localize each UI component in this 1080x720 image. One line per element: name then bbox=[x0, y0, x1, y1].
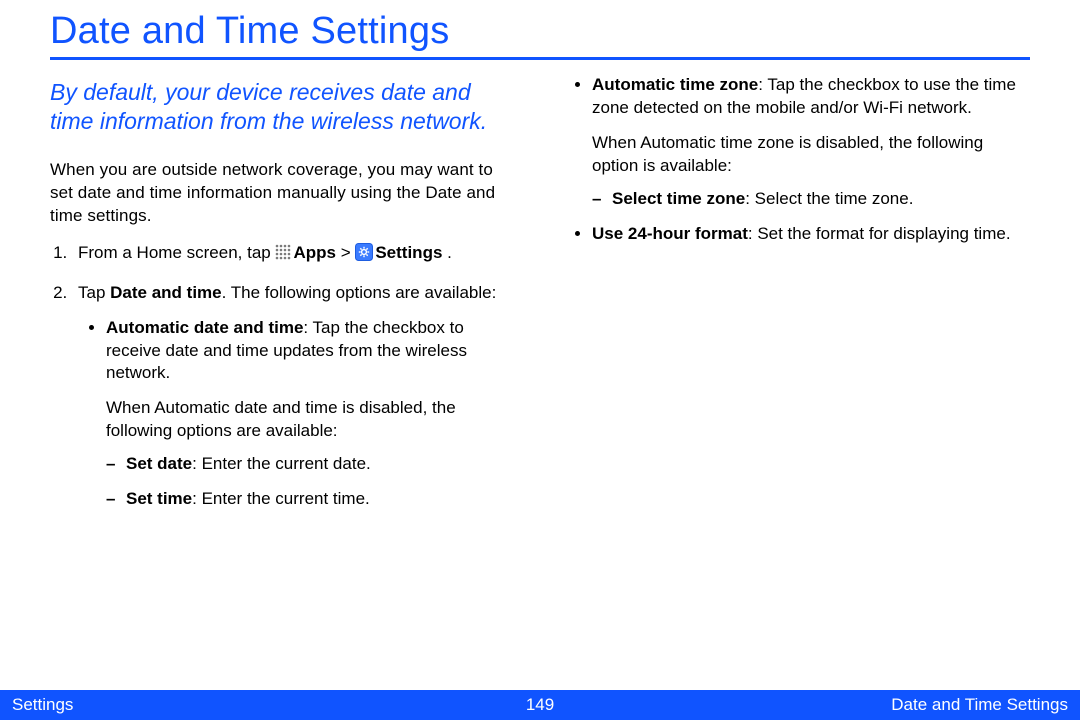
intro-text: By default, your device receives date an… bbox=[50, 78, 516, 137]
settings-icon bbox=[355, 243, 373, 268]
dash-set-time-rest: : Enter the current time. bbox=[192, 489, 370, 508]
step-2-bold: Date and time bbox=[110, 283, 221, 302]
page-title: Date and Time Settings bbox=[50, 10, 1030, 53]
dash-set-time: Set time: Enter the current time. bbox=[106, 488, 516, 511]
two-column-layout: By default, your device receives date an… bbox=[50, 74, 1030, 525]
dash-set-date-bold: Set date bbox=[126, 454, 192, 473]
step-2: Tap Date and time. The following options… bbox=[72, 282, 516, 512]
step-1-separator: > bbox=[336, 243, 355, 262]
footer-left: Settings bbox=[12, 695, 73, 715]
bullet-auto-date-time: Automatic date and time: Tap the checkbo… bbox=[106, 317, 516, 512]
left-column: By default, your device receives date an… bbox=[50, 74, 516, 525]
right-column: Automatic time zone: Tap the checkbox to… bbox=[564, 74, 1030, 525]
dash-select-tz-bold: Select time zone bbox=[612, 189, 745, 208]
dash-select-tz: Select time zone: Select the time zone. bbox=[592, 188, 1030, 211]
dash-list-dt: Set date: Enter the current date. Set ti… bbox=[106, 453, 516, 511]
intro-paragraph: When you are outside network coverage, y… bbox=[50, 159, 516, 228]
dash-set-date: Set date: Enter the current date. bbox=[106, 453, 516, 476]
dash-select-tz-rest: : Select the time zone. bbox=[745, 189, 913, 208]
bullet-24h-bold: Use 24-hour format bbox=[592, 224, 748, 243]
manual-page: Date and Time Settings By default, your … bbox=[0, 0, 1080, 720]
bullet-auto-dt-bold: Automatic date and time bbox=[106, 318, 303, 337]
step-2-text-a: Tap bbox=[78, 283, 110, 302]
bullet-auto-dt-sub: When Automatic date and time is disabled… bbox=[106, 397, 516, 443]
step-2-text-b: . The following options are available: bbox=[222, 283, 497, 302]
step-1-text-c: . bbox=[442, 243, 451, 262]
footer-right: Date and Time Settings bbox=[891, 695, 1068, 715]
bullet-auto-tz-sub: When Automatic time zone is disabled, th… bbox=[592, 132, 1030, 178]
apps-icon bbox=[275, 244, 291, 267]
bullet-auto-tz-bold: Automatic time zone bbox=[592, 75, 758, 94]
dash-list-tz: Select time zone: Select the time zone. bbox=[592, 188, 1030, 211]
content-area: Date and Time Settings By default, your … bbox=[0, 0, 1080, 525]
title-rule bbox=[50, 57, 1030, 60]
footer-page-number: 149 bbox=[526, 695, 554, 715]
bullet-24h: Use 24-hour format: Set the format for d… bbox=[592, 223, 1030, 246]
dash-set-date-rest: : Enter the current date. bbox=[192, 454, 371, 473]
step-1-apps-label: Apps bbox=[293, 243, 336, 262]
dash-set-time-bold: Set time bbox=[126, 489, 192, 508]
bullet-24h-rest: : Set the format for displaying time. bbox=[748, 224, 1011, 243]
step-1-settings-label: Settings bbox=[375, 243, 442, 262]
step-1: From a Home screen, tap Apps > Settings … bbox=[72, 242, 516, 268]
step-2-bullets: Automatic date and time: Tap the checkbo… bbox=[78, 317, 516, 512]
steps-list: From a Home screen, tap Apps > Settings … bbox=[50, 242, 516, 511]
right-bullets: Automatic time zone: Tap the checkbox to… bbox=[564, 74, 1030, 246]
page-footer: Settings 149 Date and Time Settings bbox=[0, 690, 1080, 720]
bullet-auto-tz: Automatic time zone: Tap the checkbox to… bbox=[592, 74, 1030, 211]
step-1-text-a: From a Home screen, tap bbox=[78, 243, 275, 262]
